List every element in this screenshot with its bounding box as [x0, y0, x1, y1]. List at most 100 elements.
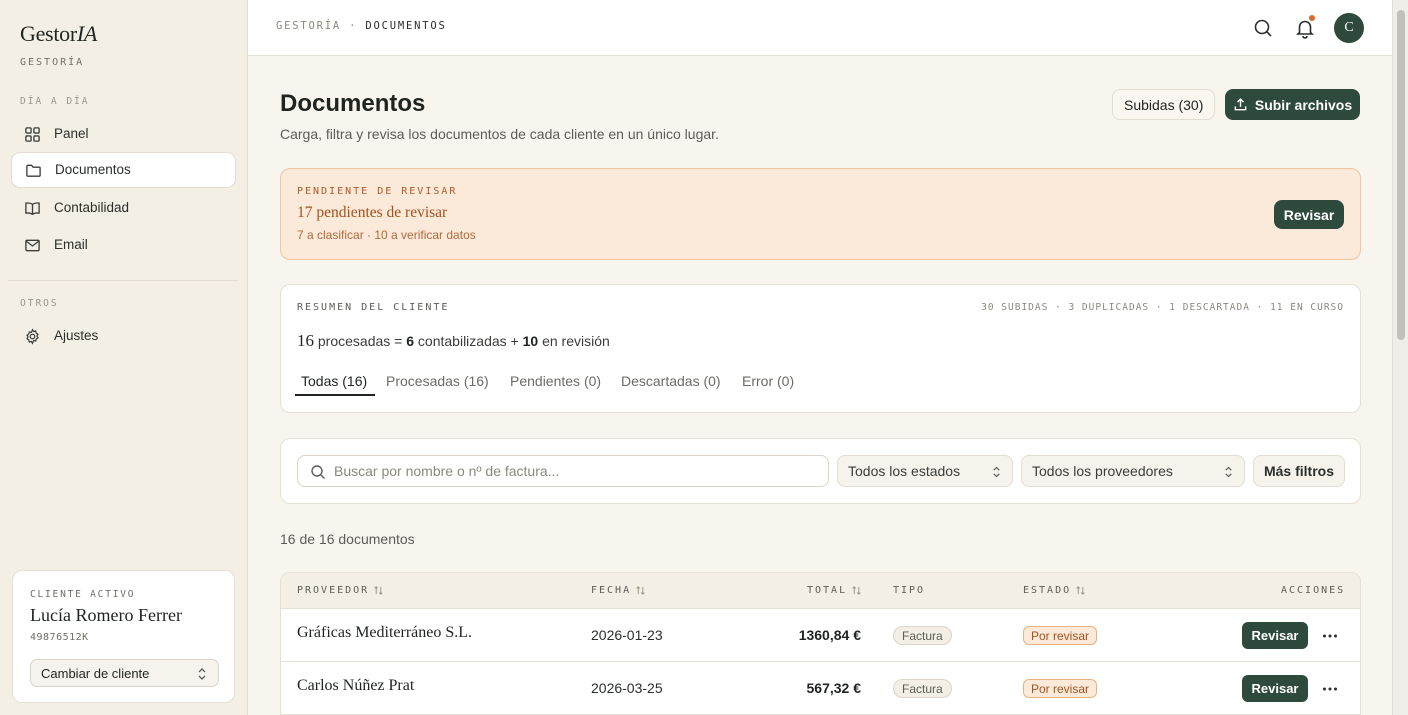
active-client-label: CLIENTE ACTIVO — [30, 589, 136, 600]
documents-count: 16 de 16 documentos — [280, 531, 415, 547]
status-badge: Por revisar — [1023, 626, 1098, 645]
uploads-button[interactable]: Subidas (30) — [1112, 89, 1216, 120]
gear-icon — [26, 327, 39, 345]
booked-text: contabilizadas + — [414, 333, 523, 349]
change-client-select[interactable]: Cambiar de cliente — [30, 659, 219, 687]
alert-title: 17 pendientes de revisar — [297, 204, 448, 221]
more-filters-button[interactable]: Más filtros — [1253, 455, 1345, 487]
pending-review-alert: PENDIENTE DE REVISAR 17 pendientes de re… — [280, 168, 1361, 260]
breadcrumb-root[interactable]: GESTORÍA — [276, 20, 341, 32]
sidebar-item-contabilidad[interactable]: Contabilidad — [11, 190, 236, 226]
provider-select[interactable]: Todos los proveedores — [1021, 455, 1245, 487]
search-icon — [311, 465, 325, 479]
column-label: PROVEEDOR — [297, 585, 370, 596]
row-total: 567,32 € — [806, 680, 862, 696]
sidebar-item-label: Contabilidad — [54, 200, 130, 216]
column-label: TOTAL — [807, 585, 848, 596]
sidebar-item-email[interactable]: Email — [11, 227, 236, 263]
book-icon — [25, 201, 40, 215]
review-count: 10 — [522, 333, 539, 349]
column-provider[interactable]: PROVEEDOR — [297, 585, 384, 596]
sidebar-item-documentos[interactable]: Documentos — [11, 152, 236, 188]
row-review-button[interactable]: Revisar — [1242, 622, 1308, 649]
active-client-nif: 49876512K — [30, 632, 89, 643]
change-client-label: Cambiar de cliente — [41, 665, 150, 681]
column-type: TIPO — [893, 585, 925, 596]
processed-text: procesadas = — [314, 333, 407, 349]
active-client-card: CLIENTE ACTIVO Lucía Romero Ferrer 49876… — [12, 570, 235, 703]
brand-logo[interactable]: GestorIA — [20, 21, 97, 47]
search-input[interactable]: Buscar por nombre o nº de factura... — [297, 455, 829, 487]
page-scrollbar[interactable] — [1392, 0, 1408, 715]
column-label: ESTADO — [1023, 585, 1072, 596]
more-options-icon[interactable] — [1321, 681, 1339, 697]
sort-icon — [374, 586, 383, 595]
page-title: Documentos — [280, 90, 426, 117]
state-select[interactable]: Todos los estados — [837, 455, 1013, 487]
upload-files-button[interactable]: Subir archivos — [1225, 89, 1360, 120]
type-badge: Factura — [893, 679, 952, 698]
summary-label: RESUMEN DEL CLIENTE — [297, 302, 450, 313]
row-provider: Gráficas Mediterráneo S.L. — [297, 624, 473, 641]
search-icon[interactable] — [1251, 16, 1275, 40]
sidebar-item-label: Ajustes — [54, 328, 99, 344]
scrollbar-thumb[interactable] — [1397, 10, 1405, 340]
table-header: PROVEEDOR FECHA TOTAL TIPO ESTADO ACCION… — [281, 573, 1360, 609]
sidebar-item-panel[interactable]: Panel — [11, 116, 236, 152]
column-total[interactable]: TOTAL — [807, 585, 862, 596]
summary-line: 16 procesadas = 6 contabilizadas + 10 en… — [297, 331, 610, 351]
upload-files-label: Subir archivos — [1254, 96, 1353, 113]
upload-icon — [1234, 98, 1247, 111]
column-label: FECHA — [591, 585, 632, 596]
column-label: ACCIONES — [1281, 585, 1346, 596]
table-row[interactable]: Gráficas Mediterráneo S.L. 2026-01-23 13… — [281, 609, 1360, 662]
section-label-day: DÍA A DÍA — [20, 96, 90, 107]
search-placeholder: Buscar por nombre o nº de factura... — [334, 463, 560, 479]
sidebar-item-label: Documentos — [55, 162, 131, 178]
processed-count: 16 — [297, 331, 314, 350]
tab-todas[interactable]: Todas (16) — [301, 373, 367, 389]
column-date[interactable]: FECHA — [591, 585, 646, 596]
column-actions: ACCIONES — [1281, 585, 1345, 596]
state-select-value: Todos los estados — [848, 463, 961, 479]
topbar: GESTORÍA · DOCUMENTOS C — [248, 0, 1392, 56]
tab-pendientes[interactable]: Pendientes (0) — [510, 373, 601, 389]
brand-subtitle: GESTORÍA — [20, 57, 85, 68]
sidebar-item-ajustes[interactable]: Ajustes — [11, 318, 236, 354]
row-date: 2026-01-23 — [591, 627, 663, 643]
sidebar-divider — [8, 280, 239, 281]
provider-select-value: Todos los proveedores — [1032, 463, 1173, 479]
table-row[interactable]: Carlos Núñez Prat 2026-03-25 567,32 € Fa… — [281, 662, 1360, 715]
sort-icon — [852, 586, 861, 595]
alert-subtitle: 7 a clasificar · 10 a verificar datos — [297, 228, 476, 242]
row-provider: Carlos Núñez Prat — [297, 677, 415, 694]
row-review-button[interactable]: Revisar — [1242, 675, 1308, 702]
column-label: TIPO — [893, 585, 926, 596]
column-state[interactable]: ESTADO — [1023, 585, 1086, 596]
breadcrumb-separator: · — [340, 20, 366, 32]
tab-procesadas[interactable]: Procesadas (16) — [386, 373, 489, 389]
active-tab-indicator — [295, 394, 375, 396]
sidebar-item-label: Panel — [54, 126, 89, 142]
tab-descartadas[interactable]: Descartadas (0) — [621, 373, 721, 389]
documents-table: PROVEEDOR FECHA TOTAL TIPO ESTADO ACCION… — [280, 572, 1361, 715]
tab-error[interactable]: Error (0) — [742, 373, 794, 389]
chevron-updown-icon — [198, 668, 206, 680]
row-date: 2026-03-25 — [591, 680, 663, 696]
alert-label: PENDIENTE DE REVISAR — [297, 186, 458, 197]
more-options-icon[interactable] — [1321, 628, 1339, 644]
section-label-others: OTROS — [20, 298, 59, 309]
sort-icon — [636, 586, 645, 595]
review-button[interactable]: Revisar — [1274, 200, 1344, 229]
grid-icon — [25, 126, 40, 142]
breadcrumb: GESTORÍA · DOCUMENTOS — [276, 20, 447, 32]
chevron-updown-icon — [993, 466, 1000, 478]
chevron-updown-icon — [1225, 466, 1232, 478]
sidebar: GestorIA GESTORÍA DÍA A DÍA Panel Docume… — [0, 0, 248, 715]
avatar[interactable]: C — [1334, 13, 1364, 43]
row-total: 1360,84 € — [798, 627, 861, 643]
brand-name-italic: IA — [76, 21, 98, 46]
folder-icon — [26, 164, 41, 177]
notification-dot — [1309, 15, 1315, 21]
review-text: en revisión — [538, 333, 610, 349]
